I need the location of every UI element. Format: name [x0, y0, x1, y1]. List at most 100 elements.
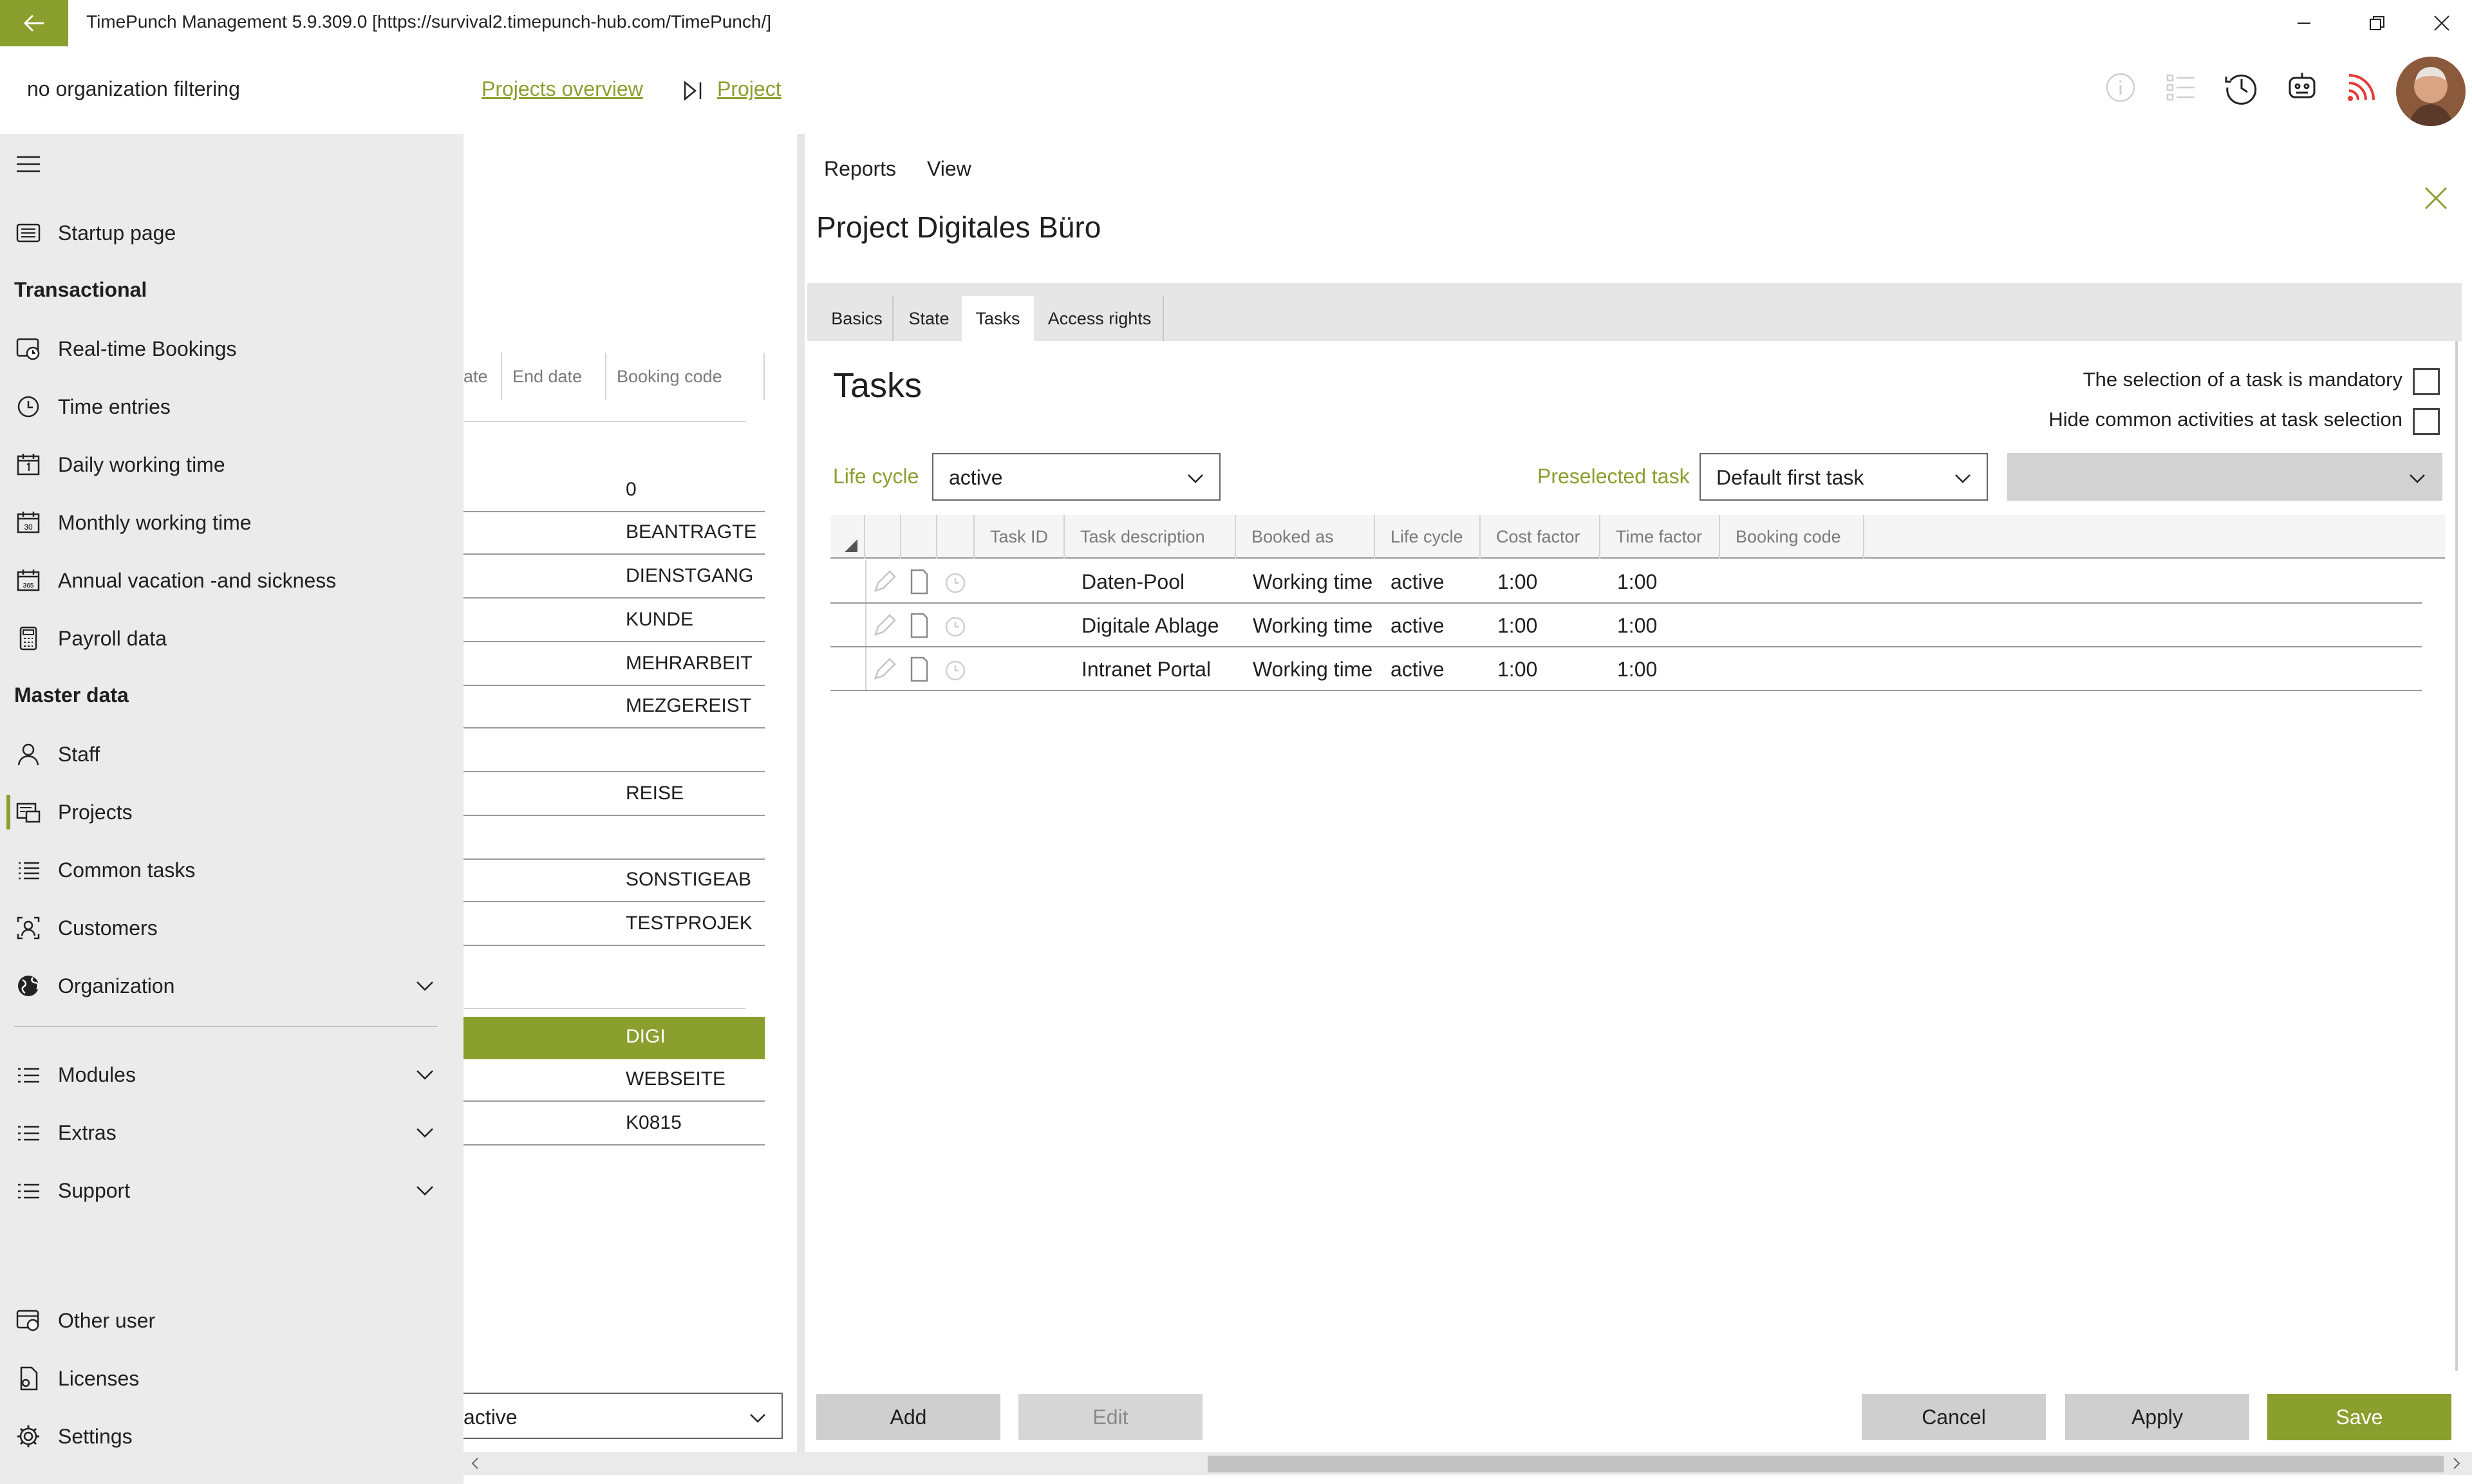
list-item[interactable]: [464, 817, 765, 860]
grid-header-life-cycle[interactable]: Life cycle: [1375, 515, 1481, 559]
column-header-end-date[interactable]: End date: [502, 353, 606, 400]
list-item[interactable]: [464, 730, 765, 772]
sidebar-item-payroll-data[interactable]: Payroll data: [0, 613, 464, 664]
avatar[interactable]: [2396, 57, 2466, 126]
add-button[interactable]: Add: [816, 1394, 1000, 1440]
bot-icon[interactable]: [2281, 67, 2323, 108]
list-item[interactable]: REISE: [464, 774, 765, 816]
list-item[interactable]: 0: [464, 470, 765, 512]
sidebar-item-customers[interactable]: Customers: [0, 902, 464, 954]
sidebar-item-licenses[interactable]: Licenses: [0, 1353, 464, 1404]
scroll-left-icon[interactable]: [469, 1456, 482, 1471]
list-item[interactable]: WEBSEITE: [464, 1059, 765, 1102]
document-icon[interactable]: [905, 568, 933, 596]
close-window-button[interactable]: [2411, 0, 2472, 46]
history-icon[interactable]: [2221, 67, 2262, 108]
restore-button[interactable]: [2347, 0, 2408, 46]
chevron-down-icon: [1955, 474, 1971, 483]
list-item[interactable]: MEHRARBEIT: [464, 644, 765, 686]
grid-header-booked-as[interactable]: Booked as: [1236, 515, 1375, 559]
support-icon: [14, 1176, 42, 1205]
list-item[interactable]: SONSTIGEAB: [464, 860, 765, 902]
sidebar-item-organization[interactable]: Organization: [0, 960, 464, 1012]
sidebar-item-staff[interactable]: Staff: [0, 728, 464, 780]
tab-tasks[interactable]: Tasks: [962, 296, 1034, 341]
organization-filter[interactable]: no organization filtering: [27, 77, 240, 101]
breadcrumb-projects-overview[interactable]: Projects overview: [482, 77, 643, 101]
tab-basics[interactable]: Basics: [821, 296, 894, 341]
restore-icon: [2370, 16, 2384, 30]
list-item-selected[interactable]: DIGI: [464, 1017, 765, 1059]
calculator-icon: [14, 624, 42, 653]
close-icon[interactable]: [2423, 185, 2449, 211]
document-icon[interactable]: [905, 611, 933, 640]
sidebar-item-modules[interactable]: Modules: [0, 1049, 464, 1100]
rss-icon[interactable]: [2341, 67, 2382, 108]
hide-common-checkbox[interactable]: [2413, 408, 2440, 435]
menu-view[interactable]: View: [927, 157, 971, 181]
lifecycle-label: Life cycle: [833, 465, 919, 488]
sidebar-item-startup-page[interactable]: Startup page: [0, 207, 464, 259]
edit-button[interactable]: Edit: [1018, 1394, 1203, 1440]
tab-access-rights[interactable]: Access rights: [1036, 296, 1164, 341]
sidebar-item-daily-working-time[interactable]: Daily working time: [0, 439, 464, 490]
minimize-button[interactable]: [2274, 0, 2334, 46]
vertical-scrollbar[interactable]: [2455, 341, 2458, 1371]
edit-icon[interactable]: [870, 568, 899, 596]
apply-button[interactable]: Apply: [2065, 1394, 2249, 1440]
list-item[interactable]: K0815: [464, 1103, 765, 1145]
back-button[interactable]: [0, 0, 68, 46]
pane-splitter[interactable]: [797, 134, 805, 1453]
sidebar-item-projects[interactable]: Projects: [0, 786, 464, 838]
mandatory-task-checkbox[interactable]: [2413, 368, 2440, 395]
grid-row-divider: [865, 560, 866, 602]
clock-icon[interactable]: [941, 611, 969, 640]
clock-icon[interactable]: [941, 568, 969, 596]
page-title: Project Digitales Büro: [816, 210, 1101, 244]
table-row[interactable]: Intranet Portal Working time active 1:00…: [830, 647, 2422, 691]
info-icon[interactable]: [2100, 67, 2141, 108]
chevron-down-icon: [417, 981, 433, 991]
lifecycle-dropdown[interactable]: active: [932, 453, 1221, 501]
list-divider: [464, 1008, 745, 1009]
sidebar-item-time-entries[interactable]: Time entries: [0, 381, 464, 432]
hamburger-icon[interactable]: [15, 154, 41, 174]
checklist-icon[interactable]: [2160, 67, 2202, 108]
sidebar-item-annual-vacation[interactable]: 365 Annual vacation -and sickness: [0, 555, 464, 606]
horizontal-scrollbar-thumb[interactable]: [1208, 1456, 2444, 1472]
grid-header-cost-factor[interactable]: Cost factor: [1481, 515, 1600, 559]
sidebar-item-other-user[interactable]: Other user: [0, 1295, 464, 1346]
edit-icon[interactable]: [870, 611, 899, 640]
sidebar-item-realtime-bookings[interactable]: Real-time Bookings: [0, 323, 464, 375]
lifecycle-filter-dropdown[interactable]: active: [464, 1393, 783, 1439]
edit-icon[interactable]: [870, 655, 899, 683]
list-item[interactable]: BEANTRAGTE: [464, 512, 765, 555]
grid-header-task-description[interactable]: Task description: [1065, 515, 1236, 559]
grid-header-booking-code[interactable]: Booking code: [1720, 515, 1864, 559]
document-icon[interactable]: [905, 655, 933, 683]
list-item[interactable]: DIENSTGANG: [464, 556, 765, 598]
grid-header-task-id[interactable]: Task ID: [975, 515, 1065, 559]
list-item[interactable]: TESTPROJEK: [464, 904, 765, 946]
preselected-task-detail-dropdown[interactable]: [2007, 453, 2442, 501]
list-item[interactable]: MEZGEREIST: [464, 686, 765, 728]
column-header-booking-code[interactable]: Booking code: [606, 353, 765, 400]
preselected-task-dropdown[interactable]: Default first task: [1700, 453, 1988, 501]
sidebar-item-common-tasks[interactable]: Common tasks: [0, 844, 464, 896]
scroll-right-icon[interactable]: [2450, 1456, 2463, 1471]
column-header-start-date[interactable]: ate: [464, 353, 502, 400]
sidebar-item-monthly-working-time[interactable]: 30 Monthly working time: [0, 497, 464, 548]
table-row[interactable]: Digitale Ablage Working time active 1:00…: [830, 604, 2422, 647]
table-row[interactable]: Daten-Pool Working time active 1:00 1:00: [830, 560, 2422, 604]
clock-icon[interactable]: [941, 655, 969, 683]
menu-reports[interactable]: Reports: [824, 157, 896, 181]
sidebar-item-settings[interactable]: Settings: [0, 1411, 464, 1462]
grid-header-time-factor[interactable]: Time factor: [1600, 515, 1720, 559]
breadcrumb-project[interactable]: Project: [717, 77, 782, 101]
save-button[interactable]: Save: [2267, 1394, 2451, 1440]
list-item[interactable]: KUNDE: [464, 600, 765, 642]
cancel-button[interactable]: Cancel: [1862, 1394, 2046, 1440]
sidebar-item-support[interactable]: Support: [0, 1165, 464, 1216]
sidebar-item-extras[interactable]: Extras: [0, 1107, 464, 1158]
tab-state[interactable]: State: [895, 296, 964, 341]
